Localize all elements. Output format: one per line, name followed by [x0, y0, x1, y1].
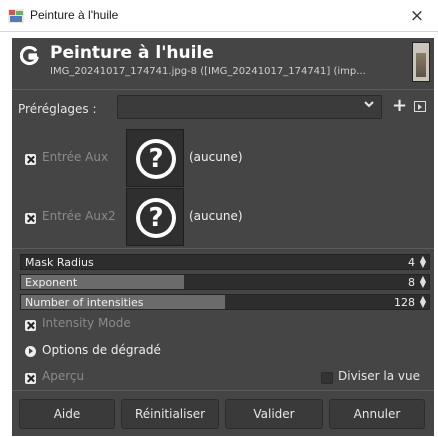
plugin-dialog: Peinture à l'huile IMG_20241017_174741.j… [12, 38, 434, 436]
exponent-label: Exponent [25, 276, 78, 289]
close-button[interactable]: × [400, 2, 434, 30]
intensities-label: Number of intensities [25, 296, 144, 309]
cancel-button[interactable]: Annuler [329, 399, 425, 429]
aux2-label: Entrée Aux2 [42, 209, 116, 223]
intensity-mode-checkbox[interactable] [25, 320, 36, 331]
footer-separator [12, 390, 434, 391]
gradient-options-expander-icon[interactable] [25, 346, 36, 357]
mask-radius-label: Mask Radius [25, 256, 94, 269]
preview-label: Aperçu [42, 369, 85, 383]
split-view-label: Diviser la vue [338, 369, 420, 383]
presets-dropdown[interactable] [117, 95, 382, 119]
aux-separator [12, 248, 434, 249]
gradient-options-label[interactable]: Options de dégradé [42, 343, 161, 357]
image-thumbnail [412, 42, 430, 82]
header-separator [12, 89, 434, 90]
presets-label: Préréglages : [18, 102, 97, 116]
intensities-value: 128 [394, 296, 415, 309]
split-view-checkbox[interactable] [321, 372, 333, 384]
aux1-label: Entrée Aux [42, 150, 109, 164]
question-mark-icon: ? [148, 144, 164, 174]
dialog-menu-icon[interactable] [414, 101, 426, 112]
aux2-checkbox[interactable] [25, 213, 36, 224]
plugin-subtitle: IMG_20241017_174741.jpg-8 ([IMG_20241017… [50, 66, 366, 77]
spin-arrows-icon[interactable]: ▲ ▼ [420, 255, 426, 269]
spin-arrows-icon[interactable]: ▲ ▼ [420, 295, 426, 309]
aux1-checkbox[interactable] [25, 154, 36, 165]
question-mark-icon: ? [148, 203, 164, 233]
aux2-value: (aucune) [189, 209, 243, 223]
preview-checkbox[interactable] [25, 373, 36, 384]
exponent-value: 8 [408, 276, 415, 289]
aux1-value: (aucune) [189, 150, 243, 164]
mask-radius-value: 4 [408, 256, 415, 269]
plugin-header: Peinture à l'huile IMG_20241017_174741.j… [12, 38, 434, 88]
reset-button[interactable]: Réinitialiser [121, 399, 219, 429]
gimp-logo-icon [19, 45, 40, 66]
exponent-spinner[interactable]: Exponent 8 ▲ ▼ [20, 274, 430, 290]
app-icon [8, 9, 24, 23]
spin-arrows-icon[interactable]: ▲ ▼ [420, 275, 426, 289]
intensity-mode-label: Intensity Mode [42, 316, 131, 330]
aux2-preview[interactable]: ? [126, 188, 184, 246]
ok-button[interactable]: Valider [225, 399, 323, 429]
plugin-title: Peinture à l'huile [50, 43, 214, 63]
intensities-spinner[interactable]: Number of intensities 128 ▲ ▼ [20, 294, 430, 310]
window-title: Peinture à l'huile [30, 8, 119, 22]
window-titlebar: Peinture à l'huile × [0, 0, 438, 32]
mask-radius-spinner[interactable]: Mask Radius 4 ▲ ▼ [20, 254, 430, 270]
aux1-preview[interactable]: ? [126, 129, 184, 187]
add-preset-button[interactable]: + [392, 95, 407, 116]
help-button[interactable]: Aide [19, 399, 115, 429]
chevron-down-icon [363, 98, 375, 114]
